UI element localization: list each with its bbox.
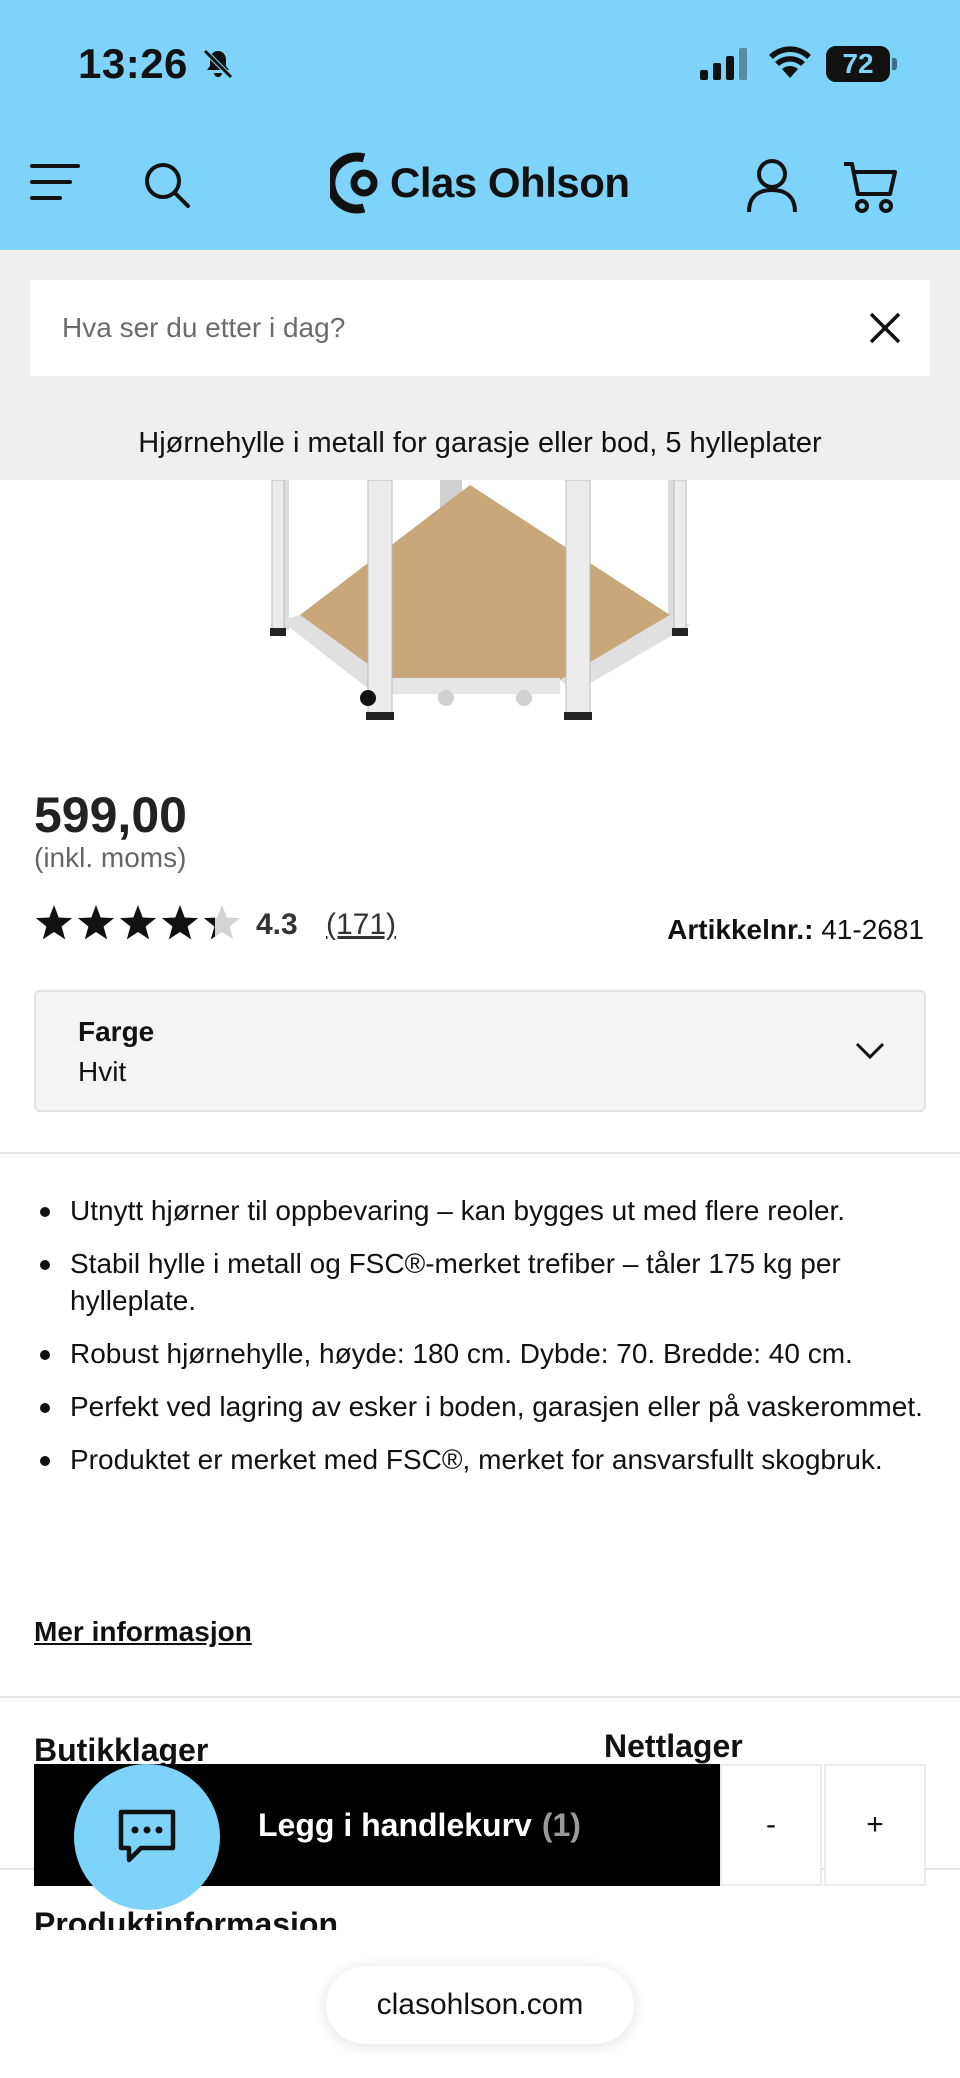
highlight-item: Perfekt ved lagring av esker i boden, ga… bbox=[34, 1388, 934, 1425]
chat-icon bbox=[118, 1809, 176, 1863]
chevron-down-icon bbox=[855, 1042, 885, 1060]
online-stock-heading[interactable]: Nettlager bbox=[604, 1728, 743, 1765]
star-icon bbox=[119, 905, 157, 940]
decrease-quantity-button[interactable]: - bbox=[720, 1764, 822, 1886]
menu-button[interactable] bbox=[30, 160, 82, 204]
wifi-icon bbox=[769, 46, 811, 78]
url-bar[interactable]: clasohlson.com bbox=[326, 1966, 634, 2044]
highlight-item: Robust hjørnehylle, høyde: 180 cm. Dybde… bbox=[34, 1335, 934, 1372]
carousel-dot[interactable] bbox=[360, 690, 376, 706]
star-icon bbox=[35, 905, 73, 940]
star-icon bbox=[77, 905, 115, 940]
clear-search-button[interactable] bbox=[840, 280, 930, 376]
carousel-dot[interactable] bbox=[516, 690, 532, 706]
chat-button[interactable] bbox=[74, 1764, 220, 1910]
status-time: 13:26 bbox=[78, 40, 188, 87]
search-icon bbox=[145, 163, 190, 208]
article-number: Artikkelnr.: 41-2681 bbox=[667, 914, 924, 946]
divider bbox=[0, 1152, 960, 1154]
product-price: 599,00 bbox=[34, 787, 187, 843]
review-count-link[interactable]: (171) bbox=[326, 908, 396, 942]
color-label: Farge bbox=[78, 1016, 155, 1047]
vat-note: (inkl. moms) bbox=[34, 842, 187, 873]
cart-quantity: (1) bbox=[541, 1806, 581, 1843]
bell-muted-icon bbox=[203, 49, 233, 79]
product-highlights: Utnytt hjørner til oppbevaring – kan byg… bbox=[34, 1192, 934, 1494]
divider bbox=[0, 1696, 960, 1698]
more-info-link[interactable]: Mer informasjon bbox=[34, 1616, 252, 1648]
search-button[interactable] bbox=[142, 160, 192, 210]
add-to-cart-label: Legg i handlekurv bbox=[258, 1806, 532, 1843]
menu-icon bbox=[30, 164, 80, 200]
account-icon bbox=[747, 159, 797, 213]
cart-button[interactable] bbox=[842, 160, 898, 214]
rating-value: 4.3 bbox=[256, 908, 298, 941]
product-title-bar: Hjørnehylle i metall for garasje eller b… bbox=[0, 406, 960, 480]
product-title: Hjørnehylle i metall for garasje eller b… bbox=[138, 426, 822, 459]
brand-name: Clas Ohlson bbox=[390, 159, 630, 206]
search-box bbox=[30, 280, 930, 376]
carousel-dot[interactable] bbox=[438, 690, 454, 706]
rating-stars[interactable] bbox=[34, 904, 242, 944]
brand-logo[interactable]: Clas Ohlson bbox=[330, 150, 630, 216]
star-icon bbox=[203, 905, 241, 940]
signal-icon bbox=[700, 48, 747, 80]
clas-ohlson-logo-icon bbox=[330, 152, 378, 214]
highlight-item: Utnytt hjørner til oppbevaring – kan byg… bbox=[34, 1192, 934, 1229]
account-button[interactable] bbox=[746, 158, 798, 214]
cart-icon bbox=[844, 162, 897, 213]
color-select[interactable]: Farge Hvit bbox=[34, 990, 926, 1112]
article-number-value: 41-2681 bbox=[821, 914, 924, 945]
image-carousel-dots[interactable] bbox=[360, 690, 560, 710]
close-icon bbox=[869, 312, 901, 344]
battery-level: 72 bbox=[842, 48, 874, 79]
article-number-label: Artikkelnr.: bbox=[667, 914, 814, 945]
star-icon bbox=[161, 905, 199, 940]
increase-quantity-button[interactable]: + bbox=[824, 1764, 926, 1886]
battery-indicator: 72 bbox=[826, 46, 898, 82]
color-value: Hvit bbox=[78, 1056, 127, 1087]
highlight-item: Produktet er merket med FSC®, merket for… bbox=[34, 1441, 934, 1478]
search-input[interactable] bbox=[30, 280, 840, 376]
highlight-item: Stabil hylle i metall og FSC®-merket tre… bbox=[34, 1245, 934, 1319]
